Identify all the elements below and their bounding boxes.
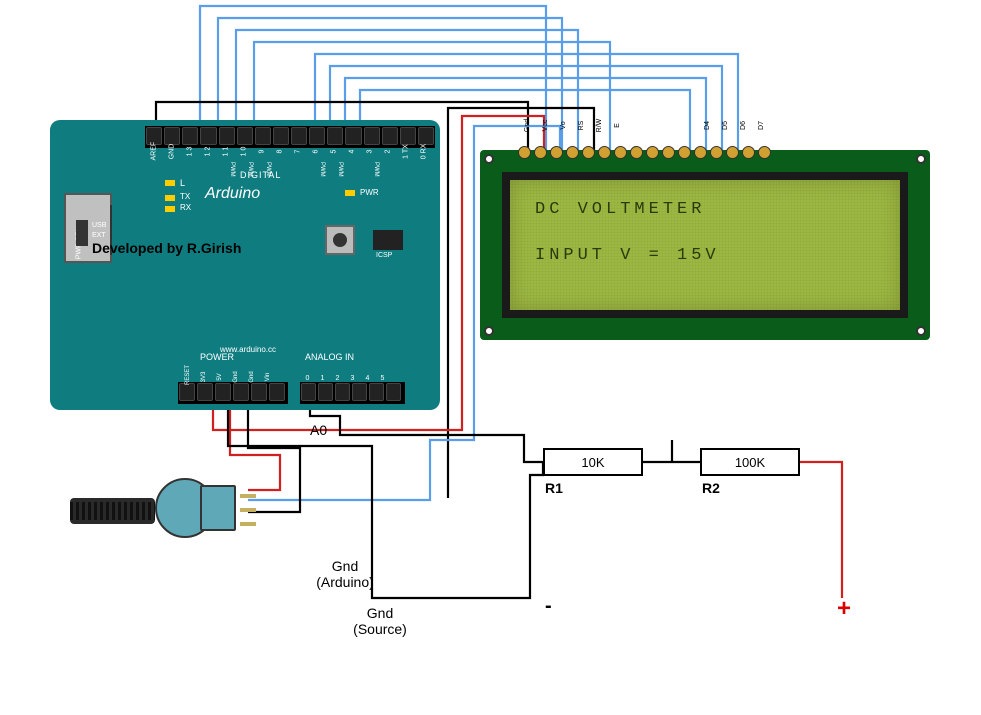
- led-pwr-label: PWR: [360, 188, 379, 197]
- ext-label: EXT: [92, 232, 106, 239]
- pot-shaft: [70, 498, 155, 524]
- potentiometer: [70, 460, 225, 560]
- analog-pin-labels: 012345: [300, 375, 405, 382]
- lcd-screen: DC VOLTMETER INPUT V = 15V: [502, 172, 908, 318]
- a0-label: A0: [310, 422, 327, 438]
- icsp-label: ICSP: [376, 252, 392, 259]
- minus-terminal-label: -: [545, 595, 552, 618]
- usb-label: USB: [92, 222, 106, 229]
- led-rx: [165, 206, 175, 212]
- developed-by-label: Developed by R.Girish: [92, 240, 241, 256]
- power-header: [178, 382, 288, 404]
- pot-box: [200, 485, 236, 531]
- pwr-sel-block: [76, 220, 88, 246]
- pot-terminals: [240, 494, 256, 526]
- led-tx: [165, 195, 175, 201]
- digital-section-label: DIGITAL: [240, 170, 281, 180]
- resistor-r1: 10K: [543, 448, 643, 476]
- led-rx-label: RX: [180, 203, 191, 212]
- arduino-board: AREFGND1 31 21 11 0987654321 TX0 RX PWMP…: [50, 120, 440, 410]
- led-tx-label: TX: [180, 192, 190, 201]
- power-section-label: POWER: [200, 352, 234, 362]
- icsp-header: [373, 230, 403, 250]
- analog-header: [300, 382, 405, 404]
- power-pin-labels: RESET3V35VGndGndVin: [180, 374, 290, 380]
- led-l: [165, 180, 175, 186]
- gnd-arduino-label: Gnd (Arduino): [310, 558, 380, 590]
- gnd-source-label: Gnd (Source): [350, 605, 410, 637]
- lcd-pin-labels: GndVccVoRSR/WED4D5D6D7: [520, 122, 805, 129]
- pwm-labels: PWMPWMPWMPWMPWMPWM: [145, 162, 435, 174]
- resistor-r2: 100K: [700, 448, 800, 476]
- led-l-label: L: [180, 178, 185, 188]
- analog-section-label: ANALOG IN: [305, 352, 354, 362]
- lcd-module: DC VOLTMETER INPUT V = 15V: [480, 150, 930, 340]
- r1-label: R1: [545, 480, 563, 496]
- lcd-line-2: INPUT V = 15V: [535, 246, 720, 265]
- lcd-line-1: DC VOLTMETER: [535, 200, 705, 219]
- arduino-brand-label: Arduino: [205, 185, 260, 203]
- lcd-pin-row: [518, 146, 771, 159]
- digital-pin-labels: AREFGND1 31 21 11 0987654321 TX0 RX: [145, 148, 435, 155]
- led-pwr: [345, 190, 355, 196]
- r2-label: R2: [702, 480, 720, 496]
- plus-terminal-label: +: [837, 595, 851, 623]
- reset-button: [325, 225, 355, 255]
